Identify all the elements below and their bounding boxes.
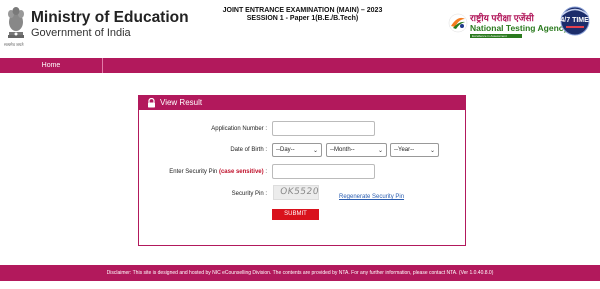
badge-text: 24/7 TIMES [557,17,594,24]
nta-english-name: National Testing Agency [470,23,569,33]
view-result-panel: View Result Application Number : Date of… [138,95,466,246]
dob-day-select[interactable]: --Day-- ⌄ [272,143,322,157]
ministry-title: Ministry of Education [31,9,189,26]
times-badge-icon: 24/7 TIMES [557,6,594,36]
footer-disclaimer: Disclaimer: This site is designed and ho… [0,265,600,281]
site-header: सत्यमेव जयते Ministry of Education Gover… [0,0,600,56]
dob-year-select[interactable]: --Year-- ⌄ [390,143,439,157]
enter-security-pin-colon: : [265,169,267,175]
submit-button[interactable]: SUBMIT [272,209,319,220]
enter-security-pin-text: Enter Security Pin [169,169,218,175]
dob-label: Date of Birth : [230,147,267,153]
ministry-subtitle: Government of India [31,27,131,39]
emblem-caption: सत्यमेव जयते [4,42,24,47]
panel-title: View Result [160,98,203,107]
application-number-label: Application Number : [211,126,267,132]
nta-tagline: Excellence in Assessment [470,34,522,38]
nav-home-link[interactable]: Home [0,58,103,73]
chevron-down-icon: ⌄ [312,148,318,154]
security-pin-input[interactable] [272,164,375,179]
dob-month-select[interactable]: --Month-- ⌄ [326,143,387,157]
chevron-down-icon: ⌄ [429,148,435,154]
regenerate-security-pin-link[interactable]: Regenerate Security Pin [339,194,404,200]
dob-day-value: --Day-- [276,147,295,153]
case-sensitive-note: (case sensitive) [218,169,264,175]
exam-session: SESSION 1 - Paper 1(B.E./B.Tech) [246,15,359,22]
main-navbar: Home [0,58,600,73]
security-pin-label: Security Pin : [231,191,267,197]
nta-logo-icon [448,13,468,33]
state-emblem-icon [8,7,24,38]
exam-title: JOINT ENTRANCE EXAMINATION (MAIN) – 2023 [222,7,383,14]
captcha-text: OK5520 [279,187,320,197]
dob-month-value: --Month-- [330,147,355,153]
chevron-down-icon: ⌄ [377,148,383,154]
lock-icon [148,98,155,108]
panel-header: View Result [139,96,465,110]
dob-year-value: --Year-- [394,147,415,153]
enter-security-pin-label: Enter Security Pin (case sensitive) : [149,169,267,175]
captcha-image: OK5520 [273,185,320,200]
application-number-input[interactable] [272,121,375,136]
